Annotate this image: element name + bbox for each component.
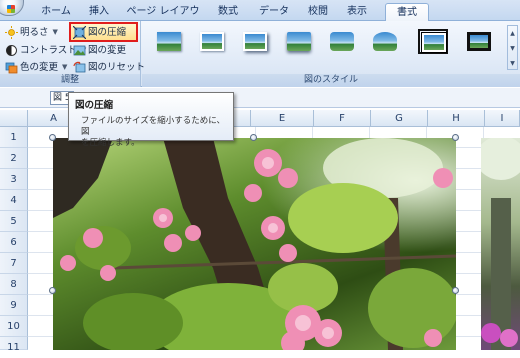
ribbon-tab-bar: ホーム 挿入 ページ レイアウト 数式 データ 校閲 表示 書式 xyxy=(0,0,520,34)
ribbon: 明るさ ▼ コントラスト ▼ 色の変更 ▼ 図の圧縮 xyxy=(0,21,520,87)
inserted-picture[interactable] xyxy=(53,138,456,350)
row-header-2[interactable]: 2 xyxy=(0,148,28,169)
column-header-i[interactable]: I xyxy=(485,110,520,127)
contrast-icon xyxy=(5,44,18,57)
adjust-group: 明るさ ▼ コントラスト ▼ 色の変更 ▼ 図の圧縮 xyxy=(0,21,145,87)
picture-style-thumb[interactable] xyxy=(370,29,400,54)
select-all-corner[interactable] xyxy=(0,110,28,127)
gallery-down-icon[interactable]: ▼ xyxy=(508,41,517,56)
contrast-label: コントラスト xyxy=(20,45,77,56)
gallery-more-icon[interactable]: ▼ xyxy=(508,56,517,71)
resize-handle-top-right[interactable] xyxy=(452,134,459,141)
resize-handle-top-left[interactable] xyxy=(49,134,56,141)
tooltip-body-line2: を圧縮します。 xyxy=(81,138,140,148)
compress-icon xyxy=(72,25,87,40)
compress-label: 図の圧縮 xyxy=(88,27,127,38)
row-header-3[interactable]: 3 xyxy=(0,169,28,190)
row-header-5[interactable]: 5 xyxy=(0,211,28,232)
picture-style-thumb[interactable] xyxy=(284,29,314,54)
row-header-11[interactable]: 11 xyxy=(0,337,28,353)
tooltip-body-line1: ファイルのサイズを縮小するために、図 xyxy=(81,116,225,137)
brightness-label: 明るさ xyxy=(20,27,49,38)
picture-style-thumb[interactable] xyxy=(240,29,270,54)
tab-insert[interactable]: 挿入 xyxy=(82,3,116,21)
change-picture-button[interactable]: 図の変更 xyxy=(73,42,126,59)
picture-style-thumb[interactable] xyxy=(464,29,494,54)
picture-styles-group-label: 図のスタイル xyxy=(142,74,520,87)
row-header-8[interactable]: 8 xyxy=(0,274,28,295)
compress-pictures-button[interactable]: 図の圧縮 xyxy=(72,24,127,41)
tab-data[interactable]: データ xyxy=(252,3,296,21)
resize-handle-right[interactable] xyxy=(452,287,459,294)
adjacent-picture-content xyxy=(481,138,520,350)
sun-icon xyxy=(5,26,18,39)
gallery-up-icon[interactable]: ▲ xyxy=(508,26,517,41)
change-picture-icon xyxy=(73,44,86,57)
tooltip-body: ファイルのサイズを縮小するために、図 を圧縮します。 xyxy=(81,116,227,149)
tab-formulas[interactable]: 数式 xyxy=(210,3,246,21)
row-header-7[interactable]: 7 xyxy=(0,253,28,274)
reset-picture-icon xyxy=(73,61,86,74)
picture-style-thumb[interactable] xyxy=(197,29,227,54)
recolor-icon xyxy=(5,61,18,74)
brightness-button[interactable]: 明るさ ▼ xyxy=(5,24,58,41)
row-header-9[interactable]: 9 xyxy=(0,295,28,316)
change-picture-label: 図の変更 xyxy=(88,45,127,56)
row-header-4[interactable]: 4 xyxy=(0,190,28,211)
resize-handle-left[interactable] xyxy=(49,287,56,294)
tab-home[interactable]: ホーム xyxy=(34,3,78,21)
adjacent-picture[interactable] xyxy=(481,138,520,350)
tab-page-layout[interactable]: ページ レイアウト xyxy=(122,3,204,34)
column-header-f[interactable]: F xyxy=(314,110,371,127)
row-header-1[interactable]: 1 xyxy=(0,127,28,148)
style-gallery-scroll[interactable]: ▲ ▼ ▼ xyxy=(507,25,518,70)
column-header-e[interactable]: E xyxy=(251,110,314,127)
row-header-10[interactable]: 10 xyxy=(0,316,28,337)
picture-content xyxy=(53,138,456,350)
picture-style-thumb[interactable] xyxy=(418,29,448,54)
tooltip-title: 図の圧縮 xyxy=(75,100,114,111)
picture-style-thumb[interactable] xyxy=(327,29,357,54)
picture-styles-group: ▲ ▼ ▼ 図のスタイル xyxy=(142,21,520,87)
resize-handle-top[interactable] xyxy=(250,134,257,141)
tab-review[interactable]: 校閲 xyxy=(302,3,334,21)
tab-format[interactable]: 書式 xyxy=(385,3,429,22)
compress-tooltip: 図の圧縮 ファイルのサイズを縮小するために、図 を圧縮します。 xyxy=(68,92,234,148)
picture-style-thumb[interactable] xyxy=(154,29,184,54)
column-header-g[interactable]: G xyxy=(371,110,428,127)
row-header-6[interactable]: 6 xyxy=(0,232,28,253)
office-button[interactable] xyxy=(0,0,24,16)
adjust-group-label: 調整 xyxy=(0,74,140,87)
column-header-h[interactable]: H xyxy=(428,110,485,127)
brightness-dropdown-icon: ▼ xyxy=(52,28,58,36)
tab-view[interactable]: 表示 xyxy=(340,3,374,21)
